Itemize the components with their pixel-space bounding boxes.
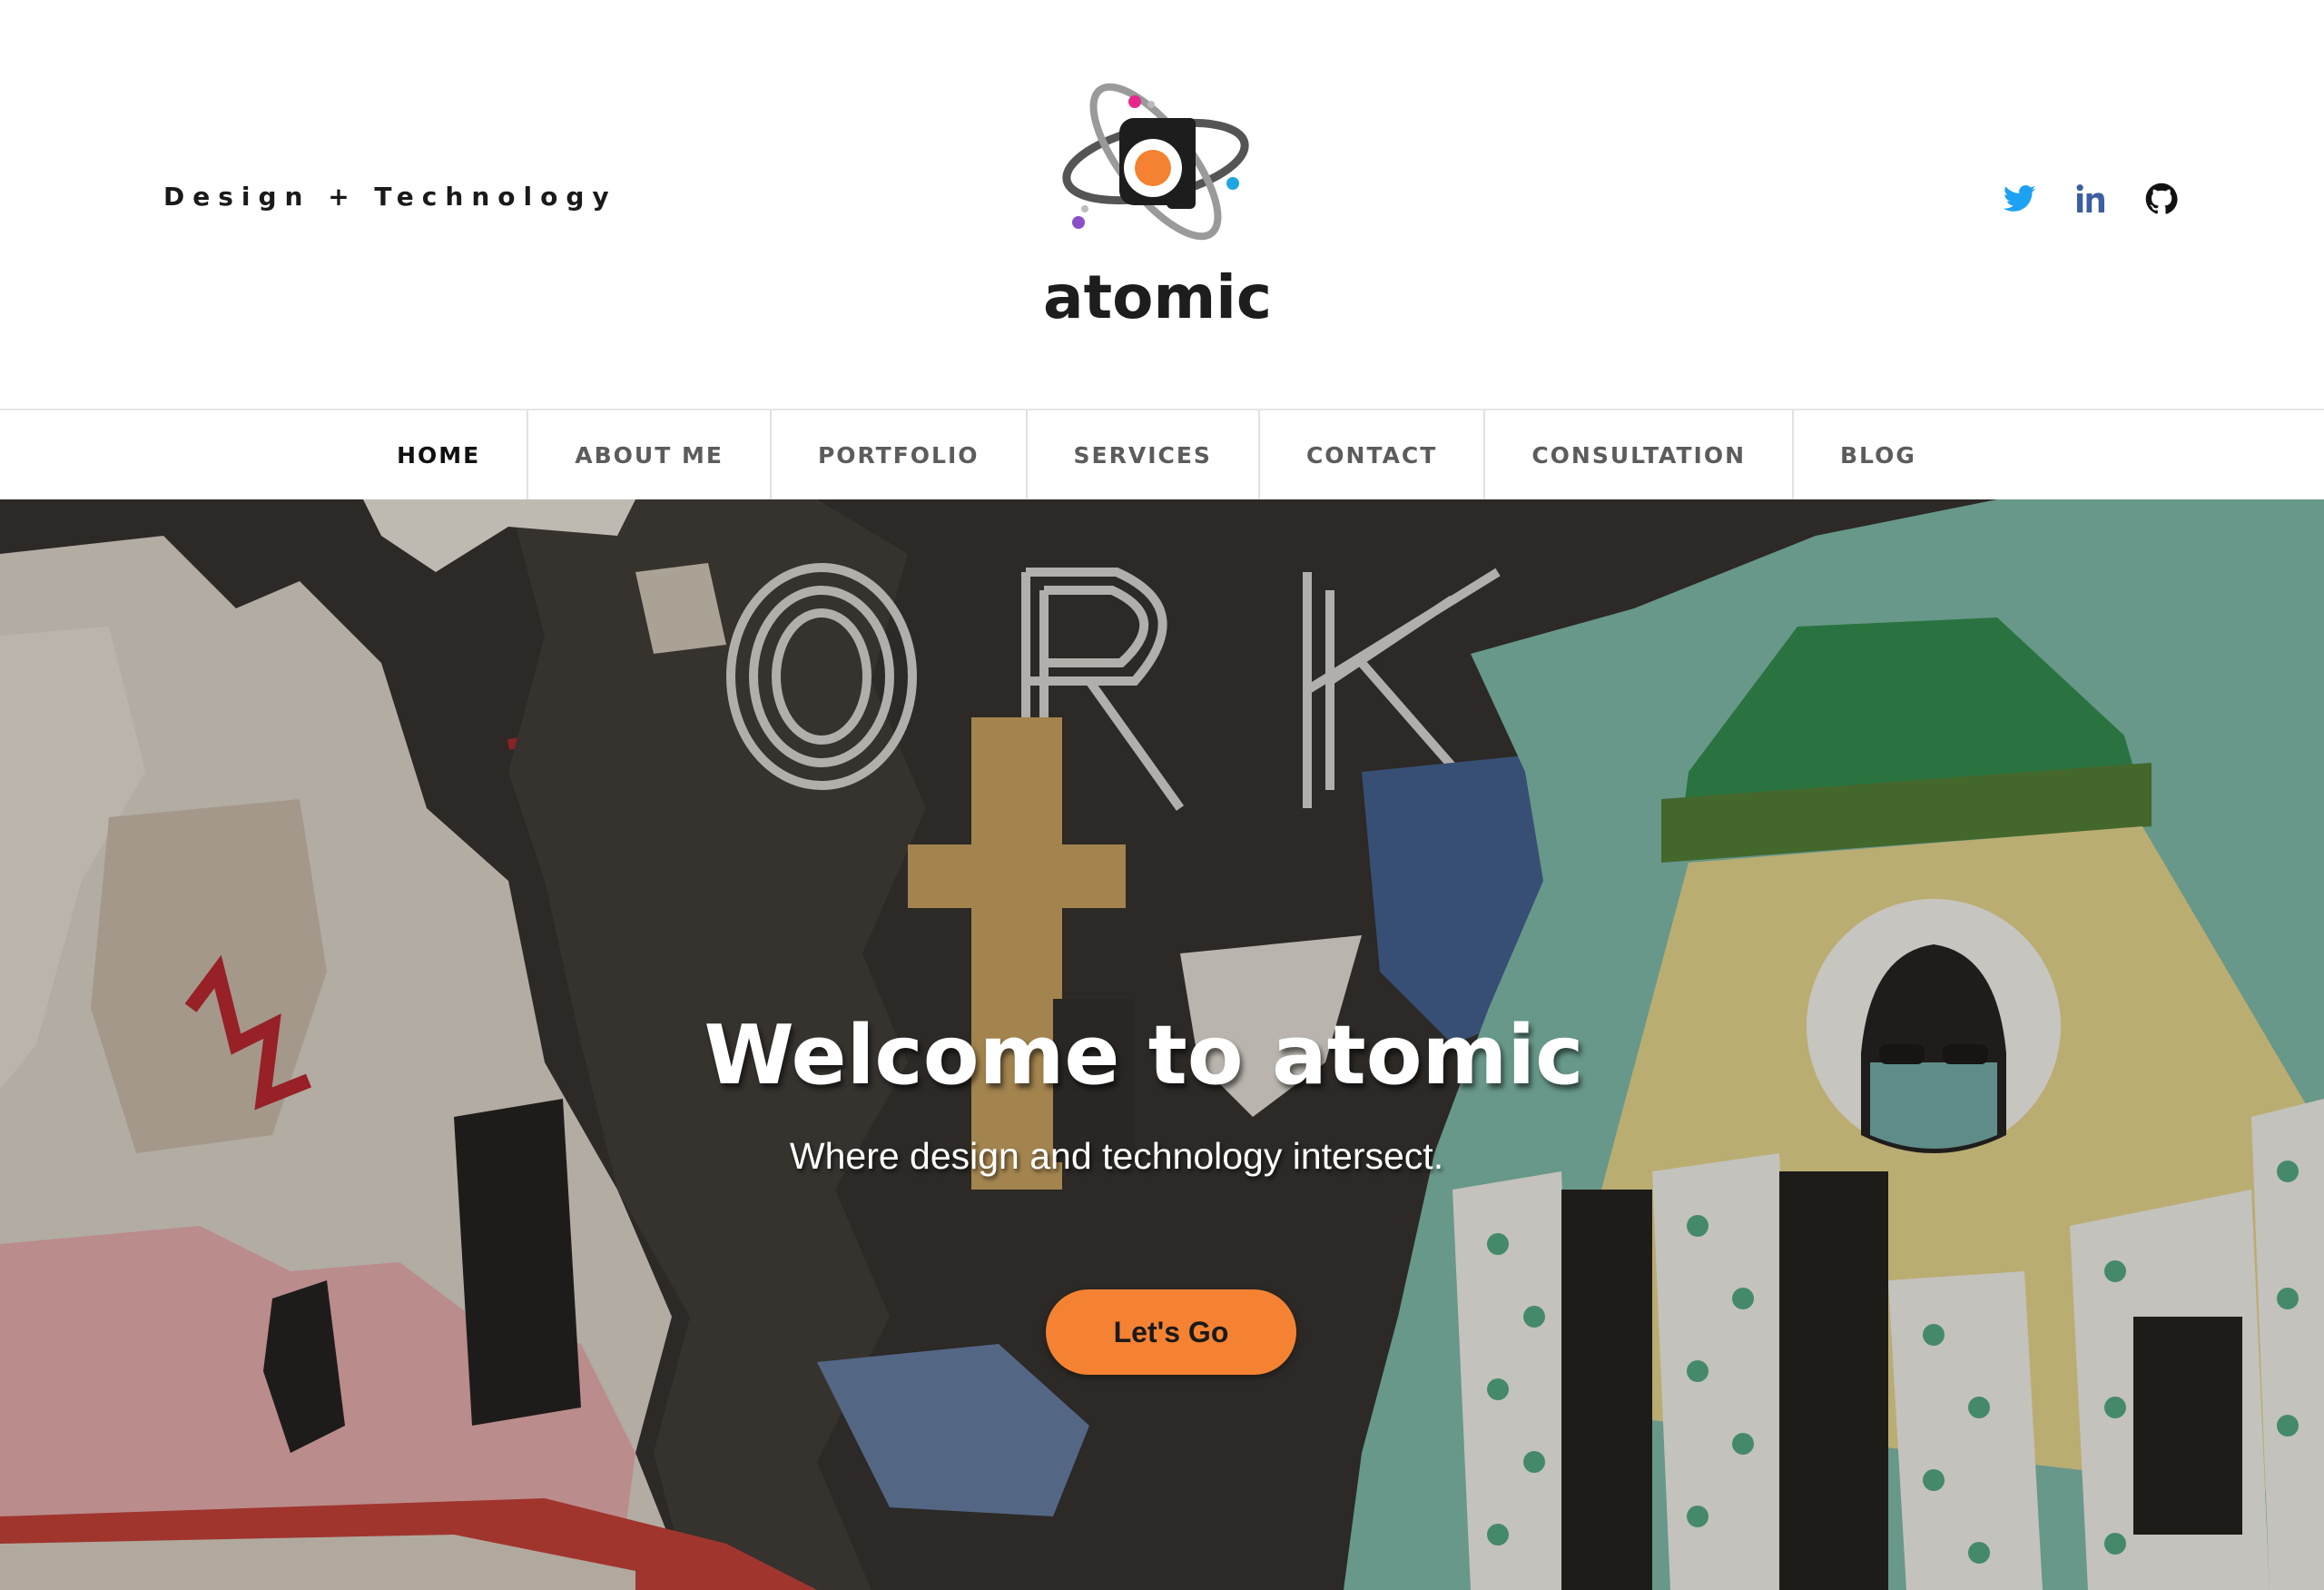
twitter-icon[interactable] <box>2003 182 2037 216</box>
nav-item-portfolio[interactable]: PORTFOLIO <box>769 410 1026 499</box>
nav-item-blog[interactable]: BLOG <box>1792 410 1963 499</box>
tagline: Design + Technology <box>163 182 617 212</box>
social-links <box>2003 182 2179 216</box>
nav-item-home[interactable]: HOME <box>350 410 527 499</box>
linkedin-icon[interactable] <box>2073 182 2108 216</box>
hero-subtitle: Where design and technology intersect. <box>789 1135 1444 1177</box>
atomic-logo[interactable]: atomic <box>1044 82 1271 327</box>
hero-title: Welcome to atomic <box>704 1008 1584 1103</box>
page: Design + Technology atomic HOME ABOUT ME… <box>0 0 2324 1590</box>
nav-item-contact[interactable]: CONTACT <box>1257 410 1483 499</box>
atom-logo-icon: atomic <box>1044 83 1271 327</box>
main-nav: HOME ABOUT ME PORTFOLIO SERVICES CONTACT… <box>0 409 2324 499</box>
nav-item-consultation[interactable]: CONSULTATION <box>1483 410 1792 499</box>
nav-item-services[interactable]: SERVICES <box>1025 410 1258 499</box>
site-header: Design + Technology atomic <box>0 0 2324 409</box>
logo-wordmark: atomic <box>1044 262 1271 327</box>
lets-go-button[interactable]: Let's Go <box>1046 1289 1296 1375</box>
github-icon[interactable] <box>2144 182 2179 216</box>
nav-item-about-me[interactable]: ABOUT ME <box>527 410 770 499</box>
hero-section: Welcome to atomic Where design and techn… <box>0 499 2324 1590</box>
